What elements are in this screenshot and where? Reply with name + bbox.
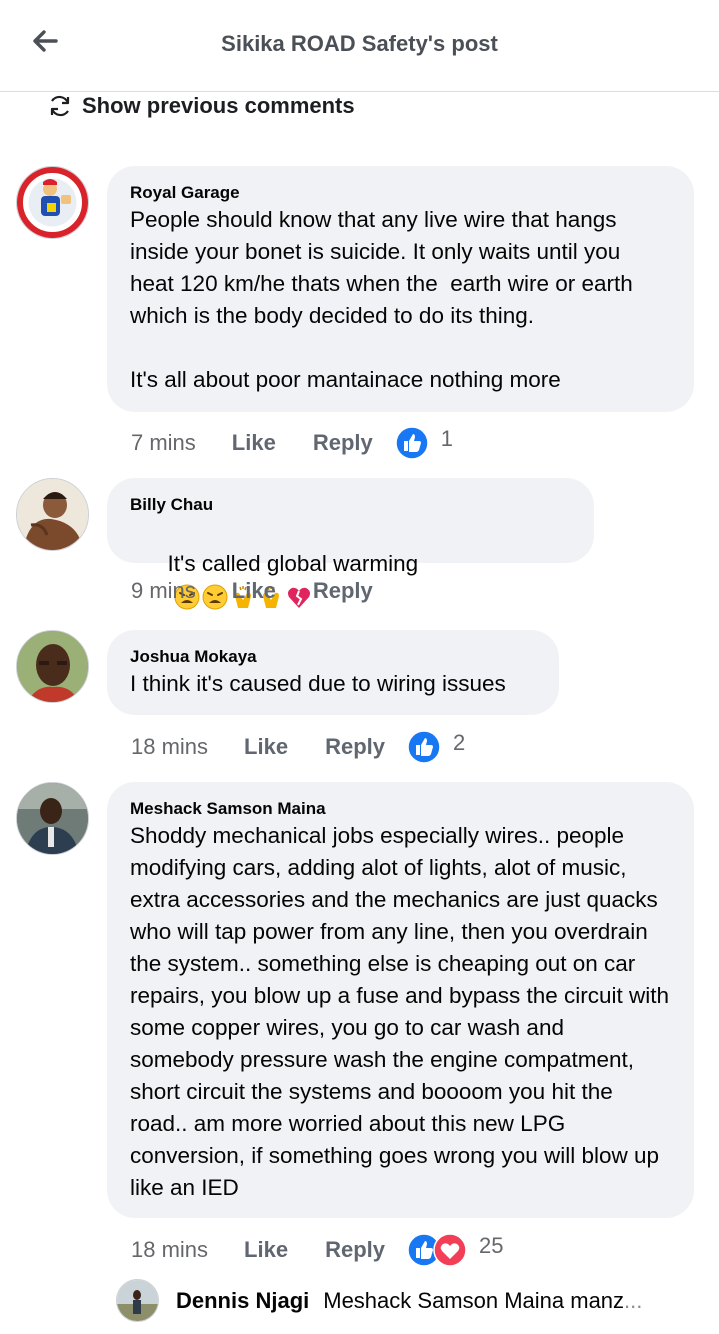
comment-time[interactable]: 7 mins: [131, 430, 196, 456]
comment-actions: 18 mins Like Reply 25: [131, 1233, 503, 1267]
like-button[interactable]: Like: [232, 578, 276, 604]
refresh-icon: [50, 95, 70, 117]
like-button[interactable]: Like: [232, 430, 276, 456]
avatar[interactable]: [16, 166, 89, 239]
top-bar: Sikika ROAD Safety's post: [0, 0, 719, 92]
service-centre-logo: [17, 167, 88, 238]
comment-actions: 7 mins Like Reply 1: [131, 426, 453, 460]
comment-bubble[interactable]: Meshack Samson Maina Shoddy mechanical j…: [107, 782, 694, 1218]
comment-actions: 18 mins Like Reply 2: [131, 730, 465, 764]
comment-bubble[interactable]: Royal Garage People should know that any…: [107, 166, 694, 412]
love-reaction-icon: [433, 1233, 467, 1267]
avatar[interactable]: [16, 478, 89, 551]
profile-photo: [17, 783, 88, 854]
comment-author[interactable]: Meshack Samson Maina: [130, 798, 670, 820]
comment-time[interactable]: 9 mins: [131, 578, 196, 604]
comment-text: I think it's caused due to wiring issues: [130, 671, 506, 696]
avatar[interactable]: [16, 782, 89, 855]
reply-ellipsis: ...: [624, 1287, 643, 1313]
show-previous-comments-label: Show previous comments: [82, 93, 355, 118]
reaction-summary[interactable]: 25: [407, 1233, 503, 1267]
reply-button[interactable]: Reply: [325, 1237, 385, 1263]
page-title: Sikika ROAD Safety's post: [221, 31, 498, 56]
comment-text: It's called global warming: [167, 551, 419, 576]
comment-time[interactable]: 18 mins: [131, 734, 208, 760]
show-previous-comments-button[interactable]: Show previous comments: [46, 91, 355, 121]
comment-text: People should know that any live wire th…: [130, 207, 633, 392]
profile-photo: [17, 631, 88, 702]
profile-photo: [117, 1280, 158, 1321]
reaction-summary[interactable]: 2: [407, 730, 465, 764]
comment-author[interactable]: Royal Garage: [130, 182, 670, 204]
reply-text-row: Meshack Samson Maina manz...: [323, 1288, 642, 1314]
reply-preview[interactable]: Dennis Njagi Meshack Samson Maina manz..…: [116, 1279, 642, 1322]
reply-button[interactable]: Reply: [313, 430, 373, 456]
like-reaction-icon: [407, 730, 441, 764]
reply-text: Meshack Samson Maina manz: [323, 1287, 625, 1313]
reaction-count: 2: [453, 730, 466, 755]
reaction-count: 25: [479, 1233, 504, 1258]
like-button[interactable]: Like: [244, 734, 288, 760]
reaction-summary[interactable]: 1: [395, 426, 453, 460]
reply-button[interactable]: Reply: [325, 734, 385, 760]
comment-bubble[interactable]: Billy Chau It's called global warming: [107, 478, 594, 610]
like-button[interactable]: Like: [244, 1237, 288, 1263]
comment-author[interactable]: Billy Chau: [130, 494, 570, 516]
comment-bubble[interactable]: Joshua Mokaya I think it's caused due to…: [107, 630, 559, 715]
avatar[interactable]: [16, 630, 89, 703]
comment-time[interactable]: 18 mins: [131, 1237, 208, 1263]
avatar[interactable]: [116, 1279, 159, 1322]
reply-author[interactable]: Dennis Njagi: [176, 1288, 309, 1314]
profile-photo: [17, 479, 88, 550]
like-reaction-icon: [395, 426, 429, 460]
comment-text: Shoddy mechanical jobs especially wires.…: [130, 823, 676, 1200]
comment-actions: 9 mins Like Reply: [131, 578, 373, 604]
reaction-count: 1: [440, 426, 453, 451]
comment-author[interactable]: Joshua Mokaya: [130, 646, 535, 668]
reply-button[interactable]: Reply: [313, 578, 373, 604]
